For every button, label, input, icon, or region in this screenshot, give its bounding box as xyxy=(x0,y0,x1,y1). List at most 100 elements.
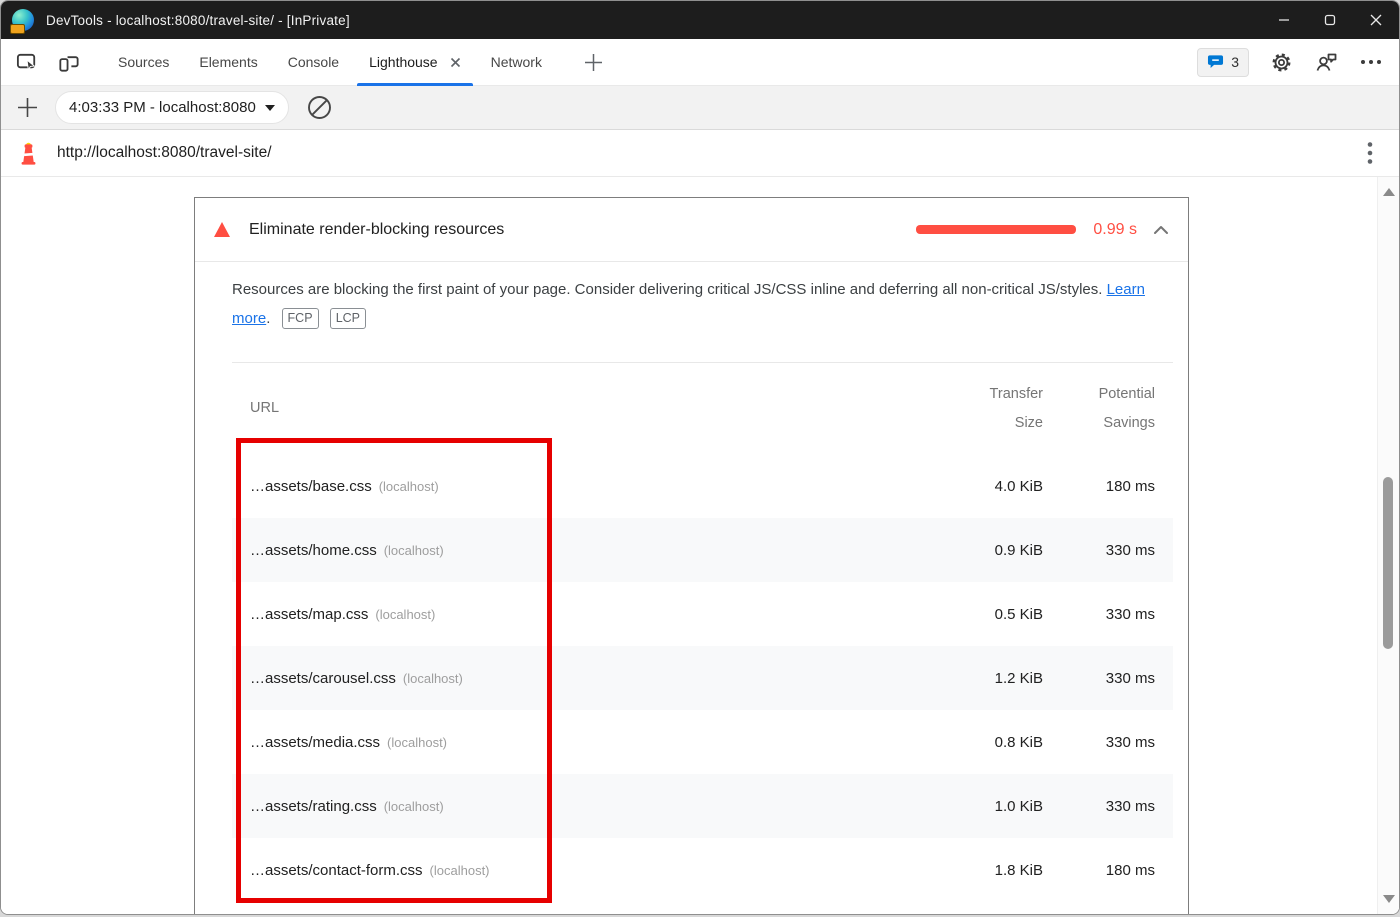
device-toolbar-icon[interactable] xyxy=(56,50,81,75)
resource-url-link[interactable]: …assets/map.css xyxy=(250,606,368,623)
devtools-tab-bar: Sources Elements Console Lighthouse Netw… xyxy=(1,39,1399,86)
scrollbar-thumb[interactable] xyxy=(1383,477,1393,649)
scroll-up-icon[interactable] xyxy=(1383,188,1395,196)
table-row: …assets/contact-form.css (localhost) 1.8 … xyxy=(232,838,1173,902)
report-url: http://localhost:8080/travel-site/ xyxy=(57,144,272,162)
tab-label: Lighthouse xyxy=(369,54,438,70)
header-line: Savings xyxy=(1043,409,1155,438)
chevron-up-icon[interactable] xyxy=(1153,225,1169,235)
resource-url-link[interactable]: …assets/base.css xyxy=(250,478,372,495)
window-title: DevTools - localhost:8080/travel-site/ -… xyxy=(46,13,350,28)
report-url-bar: http://localhost:8080/travel-site/ xyxy=(1,130,1399,177)
transfer-size-value: 0.8 KiB xyxy=(923,734,1043,751)
maximize-button[interactable] xyxy=(1307,1,1353,39)
audit-description: Resources are blocking the first paint o… xyxy=(232,275,1150,333)
audit-description-text: Resources are blocking the first paint o… xyxy=(232,281,1102,298)
column-header-potential-savings: Potential Savings xyxy=(1043,380,1155,438)
minimize-button[interactable] xyxy=(1261,1,1307,39)
table-row: …assets/carousel.css(localhost) 1.2 KiB … xyxy=(232,646,1173,710)
potential-savings-value: 330 ms xyxy=(1043,542,1155,559)
audit-card: Eliminate render-blocking resources 0.99… xyxy=(194,197,1189,914)
settings-gear-icon[interactable] xyxy=(1270,51,1293,74)
tab-label: Network xyxy=(491,54,542,70)
window-controls xyxy=(1261,1,1399,39)
tab-label: Elements xyxy=(199,54,257,70)
table-row: …assets/media.css (localhost) 0.8 KiB 330… xyxy=(232,710,1173,774)
metric-chip-lcp: LCP xyxy=(330,308,366,329)
header-line: Transfer xyxy=(923,380,1043,409)
chevron-down-icon xyxy=(265,105,275,111)
resource-url-link[interactable]: …assets/media.css xyxy=(250,734,380,751)
table-header-row: URL Transfer Size Potential Savings xyxy=(232,363,1173,454)
chat-bubble-icon xyxy=(1207,54,1224,70)
clear-reports-icon[interactable] xyxy=(306,94,333,121)
transfer-size-value: 1.8 KiB xyxy=(923,862,1043,879)
metric-chip-fcp: FCP xyxy=(282,308,319,329)
close-button[interactable] xyxy=(1353,1,1399,39)
resource-host: (localhost) xyxy=(430,863,490,878)
lighthouse-logo-icon xyxy=(17,141,40,166)
title-bar: DevTools - localhost:8080/travel-site/ -… xyxy=(1,1,1399,39)
report-menu-icon[interactable] xyxy=(1367,141,1383,165)
table-row: …assets/map.css (localhost) 0.5 KiB 330 m… xyxy=(232,582,1173,646)
resource-url-link[interactable]: …assets/carousel.css xyxy=(250,670,396,687)
resource-host: (localhost) xyxy=(403,671,463,686)
table-row: …assets/rating.css (localhost) 1.0 KiB 33… xyxy=(232,774,1173,838)
inspect-element-icon[interactable] xyxy=(15,50,40,75)
panel-tabs: Sources Elements Console Lighthouse Netw… xyxy=(103,39,557,86)
resource-url-link[interactable]: …assets/rating.css xyxy=(250,798,377,815)
edge-inprivate-icon xyxy=(12,9,34,31)
table-row: …assets/home.css (localhost) 0.9 KiB 330 … xyxy=(232,518,1173,582)
report-selector-label: 4:03:33 PM - localhost:8080 xyxy=(69,99,256,116)
transfer-size-value: 1.2 KiB xyxy=(923,670,1043,687)
send-feedback-icon[interactable] xyxy=(1314,50,1339,75)
potential-savings-value: 330 ms xyxy=(1043,734,1155,751)
resource-url-link[interactable]: …assets/contact-form.css xyxy=(250,862,423,879)
tab-network[interactable]: Network xyxy=(476,39,557,86)
transfer-size-value: 4.0 KiB xyxy=(923,478,1043,495)
severity-bar xyxy=(916,225,1076,234)
scroll-down-icon[interactable] xyxy=(1383,895,1395,903)
audit-savings-value: 0.99 s xyxy=(1093,221,1137,239)
vertical-scrollbar[interactable] xyxy=(1377,177,1399,914)
more-tabs-icon[interactable] xyxy=(583,52,604,73)
tab-console[interactable]: Console xyxy=(273,39,354,86)
resource-host: (localhost) xyxy=(375,607,435,622)
transfer-size-value: 0.9 KiB xyxy=(923,542,1043,559)
resource-url-link[interactable]: …assets/home.css xyxy=(250,542,377,559)
audit-title: Eliminate render-blocking resources xyxy=(249,221,504,239)
column-header-url: URL xyxy=(250,394,923,423)
close-tab-icon[interactable] xyxy=(450,57,461,68)
more-options-icon[interactable] xyxy=(1360,59,1382,65)
tab-label: Console xyxy=(288,54,339,70)
tab-elements[interactable]: Elements xyxy=(184,39,272,86)
potential-savings-value: 330 ms xyxy=(1043,798,1155,815)
resource-host: (localhost) xyxy=(379,479,439,494)
sentence-period: . xyxy=(266,310,270,327)
header-line: Potential xyxy=(1043,380,1155,409)
potential-savings-value: 180 ms xyxy=(1043,478,1155,495)
issues-badge[interactable]: 3 xyxy=(1197,48,1249,77)
issues-count: 3 xyxy=(1231,54,1239,70)
audit-header[interactable]: Eliminate render-blocking resources 0.99… xyxy=(195,198,1188,262)
potential-savings-value: 330 ms xyxy=(1043,670,1155,687)
report-content: Eliminate render-blocking resources 0.99… xyxy=(1,177,1399,914)
audit-table: URL Transfer Size Potential Savings …ass… xyxy=(232,362,1173,902)
new-report-icon[interactable] xyxy=(16,96,39,119)
table-row: …assets/base.css (localhost) 4.0 KiB 180 … xyxy=(232,454,1173,518)
resource-host: (localhost) xyxy=(387,735,447,750)
transfer-size-value: 0.5 KiB xyxy=(923,606,1043,623)
tab-lighthouse[interactable]: Lighthouse xyxy=(354,39,476,86)
resource-host: (localhost) xyxy=(384,543,444,558)
fail-warning-triangle-icon xyxy=(214,222,230,237)
tab-sources[interactable]: Sources xyxy=(103,39,184,86)
potential-savings-value: 330 ms xyxy=(1043,606,1155,623)
tab-label: Sources xyxy=(118,54,169,70)
devtools-window: DevTools - localhost:8080/travel-site/ -… xyxy=(0,0,1400,915)
potential-savings-value: 180 ms xyxy=(1043,862,1155,879)
resource-host: (localhost) xyxy=(384,799,444,814)
report-selector-dropdown[interactable]: 4:03:33 PM - localhost:8080 xyxy=(55,91,289,124)
transfer-size-value: 1.0 KiB xyxy=(923,798,1043,815)
header-line: Size xyxy=(923,409,1043,438)
column-header-transfer-size: Transfer Size xyxy=(923,380,1043,438)
